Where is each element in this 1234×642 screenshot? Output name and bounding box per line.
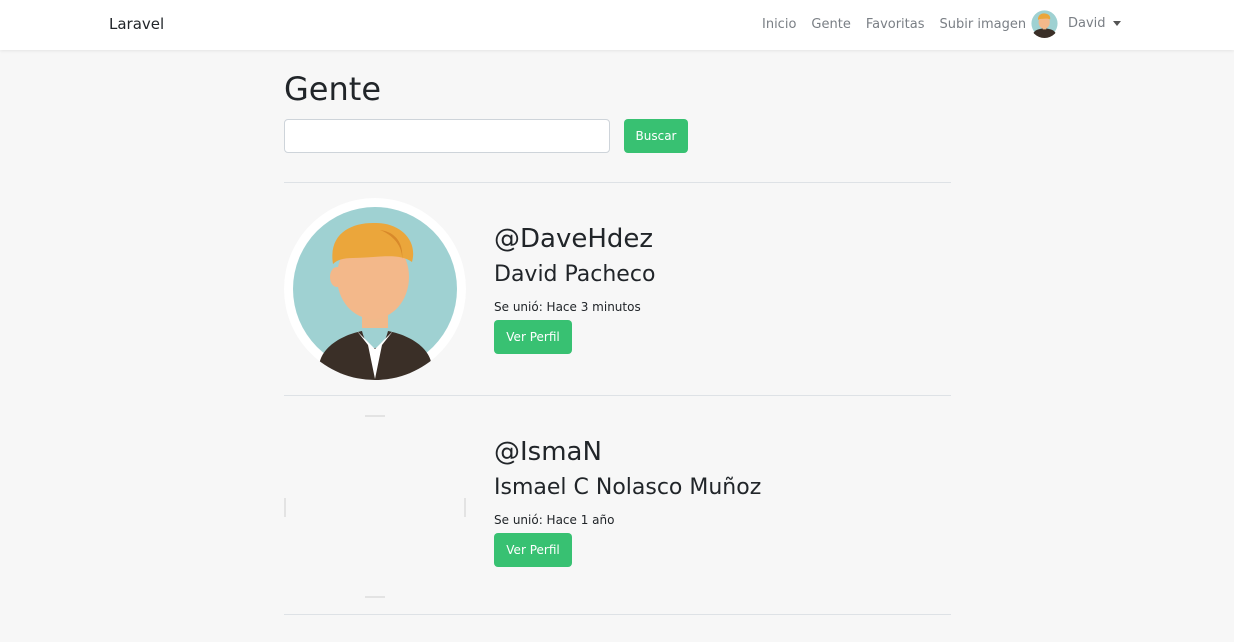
caret-down-icon <box>1112 21 1121 26</box>
nav-links: Inicio Gente Favoritas Subir imagen <box>762 17 1041 32</box>
nav-link-inicio[interactable]: Inicio <box>762 17 796 32</box>
brand-link[interactable]: Laravel <box>109 15 164 33</box>
page-title: Gente <box>284 70 381 108</box>
user-fullname: Ismael C Nolasco Muñoz <box>494 475 762 500</box>
nav-link-favoritas[interactable]: Favoritas <box>866 17 925 32</box>
user-card: @IsmaN Ismael C Nolasco Muñoz Se unió: H… <box>284 395 951 608</box>
search-button[interactable]: Buscar <box>624 119 688 153</box>
user-fullname: David Pacheco <box>494 262 656 287</box>
nav-link-subir-imagen[interactable]: Subir imagen <box>940 17 1027 32</box>
user-avatar-icon <box>1030 9 1059 38</box>
broken-avatar-image <box>284 415 466 598</box>
user-avatar <box>284 198 466 380</box>
user-username: @IsmaN <box>494 437 602 467</box>
navbar: Laravel Inicio Gente Favoritas Subir ima… <box>0 0 1234 50</box>
user-joined: Se unió: Hace 3 minutos <box>494 300 641 314</box>
user-card: @DaveHdez David Pacheco Se unió: Hace 3 … <box>284 182 951 395</box>
view-profile-button[interactable]: Ver Perfil <box>494 533 572 567</box>
divider <box>284 614 951 615</box>
search-input[interactable] <box>284 119 610 153</box>
user-dropdown[interactable]: David <box>1030 9 1121 38</box>
nav-link-gente[interactable]: Gente <box>811 17 850 32</box>
view-profile-button[interactable]: Ver Perfil <box>494 320 572 354</box>
user-username: @DaveHdez <box>494 224 654 254</box>
user-name: David <box>1068 16 1106 31</box>
user-joined: Se unió: Hace 1 año <box>494 513 615 527</box>
